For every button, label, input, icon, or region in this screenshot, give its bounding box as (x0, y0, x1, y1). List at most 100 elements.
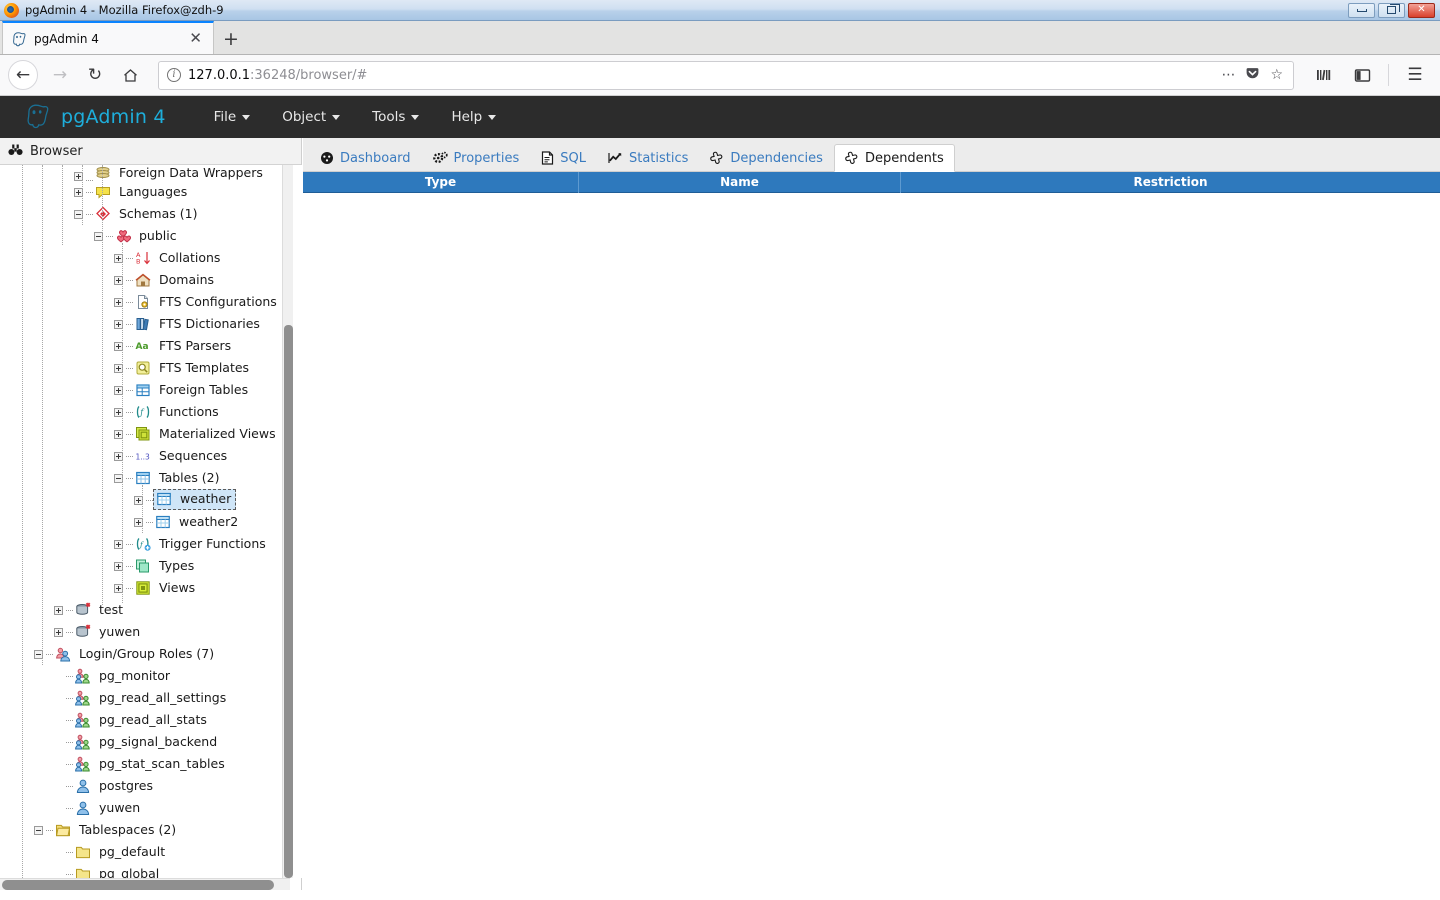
browser-nav-bar: ← → ↻ i 127.0.0.1:36248/browser/# ⋯ ☆ ☰ (0, 55, 1440, 96)
chevron-down-icon (242, 114, 251, 120)
tree-item-views[interactable]: Views (0, 577, 302, 599)
tree-item-pg-monitor[interactable]: pg_monitor (0, 665, 302, 687)
reload-button[interactable]: ↻ (78, 60, 112, 90)
url-input[interactable]: 127.0.0.1:36248/browser/# (188, 68, 1214, 83)
sidebar-button[interactable] (1345, 60, 1379, 90)
grid-column-header-restriction[interactable]: Restriction (901, 172, 1440, 193)
menu-object[interactable]: Object (266, 103, 356, 131)
tree-item-domains[interactable]: Domains (0, 269, 302, 291)
tree-item-fts-parsers[interactable]: Aa FTS Parsers (0, 335, 302, 357)
group-role-icon (75, 712, 91, 728)
tree-item-label: Materialized Views (159, 425, 276, 441)
tab-sql[interactable]: SQL (530, 144, 597, 172)
tree-item-label: Trigger Functions (159, 535, 266, 551)
tree-item-trigger-functions[interactable]: ƒ Trigger Functions (0, 533, 302, 555)
type-icon (135, 558, 151, 574)
chevron-down-icon (332, 114, 341, 120)
tab-label: Properties (453, 150, 520, 166)
tree-item-materialized-views[interactable]: Materialized Views (0, 423, 302, 445)
tree-item-test[interactable]: test (0, 599, 302, 621)
tree-guide-line (126, 279, 133, 281)
tree-item-foreign-data-wrappers[interactable]: Foreign Data Wrappers (0, 165, 302, 181)
tree-item-types[interactable]: Types (0, 555, 302, 577)
close-button[interactable]: ✕ (1408, 2, 1435, 18)
tree-item-content: pg_global (75, 866, 159, 878)
tree-item-foreign-tables[interactable]: Foreign Tables (0, 379, 302, 401)
tree-item-yuwen[interactable]: yuwen (0, 797, 302, 819)
menu-file[interactable]: File (198, 103, 267, 131)
library-button[interactable] (1307, 60, 1341, 90)
app-menu-button[interactable]: ☰ (1398, 60, 1432, 90)
tree-item-content: Schemas (1) (95, 206, 197, 222)
grid-column-header-label: Name (720, 175, 759, 189)
tree-item-content: A B Collations (135, 250, 220, 266)
tree-item-weather2[interactable]: weather2 (0, 511, 302, 533)
tree-item-tablespaces-2[interactable]: Tablespaces (2) (0, 819, 302, 841)
close-icon[interactable]: ✕ (186, 31, 205, 46)
tree-item-pg-read-all-settings[interactable]: pg_read_all_settings (0, 687, 302, 709)
tree-item-login-group-roles-7[interactable]: Login/Group Roles (7) (0, 643, 302, 665)
tree-item-fts-templates[interactable]: FTS Templates (0, 357, 302, 379)
site-info-icon[interactable]: i (167, 68, 181, 82)
tab-statistics[interactable]: Statistics (597, 144, 699, 172)
collapse-icon[interactable] (34, 825, 43, 835)
dependents-grid-body[interactable] (303, 193, 1440, 877)
tree-item-public[interactable]: public (0, 225, 302, 247)
tree-vertical-scroll-thumb[interactable] (284, 325, 293, 878)
new-tab-button[interactable]: + (214, 30, 248, 49)
grid-column-header-name[interactable]: Name (579, 171, 901, 193)
object-tree-viewport[interactable]: Foreign Data Wrappers Languages Schemas (1… (0, 165, 302, 878)
minimize-icon (1356, 8, 1367, 12)
tree-item-weather[interactable]: weather (0, 489, 302, 511)
tree-item-sequences[interactable]: 1..3 Sequences (0, 445, 302, 467)
login-role-icon (75, 778, 91, 794)
tab-properties[interactable]: Properties (422, 144, 531, 172)
expand-icon[interactable] (54, 627, 63, 637)
tree-item-functions[interactable]: ƒ Functions (0, 401, 302, 423)
tab-dashboard[interactable]: Dashboard (309, 144, 422, 172)
minimize-button[interactable] (1348, 2, 1375, 18)
home-button[interactable] (113, 60, 147, 90)
tree-horizontal-scrollbar[interactable] (0, 878, 290, 890)
tree-item-yuwen[interactable]: yuwen (0, 621, 302, 643)
tree-item-label: pg_signal_backend (99, 733, 218, 749)
maximize-button[interactable] (1378, 2, 1405, 18)
pocket-icon[interactable] (1245, 66, 1260, 84)
firefox-logo-icon (4, 2, 19, 18)
tree-item-schemas-1[interactable]: Schemas (1) (0, 203, 302, 225)
app-brand-label: pgAdmin 4 (61, 106, 166, 128)
tree-item-pg-stat-scan-tables[interactable]: pg_stat_scan_tables (0, 753, 302, 775)
bookmark-star-icon[interactable]: ☆ (1270, 68, 1283, 82)
tree-item-pg-global[interactable]: pg_global (0, 863, 302, 878)
expand-icon[interactable] (54, 605, 63, 615)
app-brand[interactable]: pgAdmin 4 (24, 102, 166, 133)
menu-tools[interactable]: Tools (356, 103, 435, 131)
url-bar[interactable]: i 127.0.0.1:36248/browser/# ⋯ ☆ (158, 60, 1294, 90)
tree-guide-line (126, 323, 133, 325)
sidebar-footer (0, 890, 302, 900)
tree-item-languages[interactable]: Languages (0, 181, 302, 203)
tree-vertical-scrollbar[interactable] (282, 165, 293, 878)
forward-button[interactable]: → (43, 60, 77, 90)
tree-item-postgres[interactable]: postgres (0, 775, 302, 797)
tree-item-collations[interactable]: A B Collations (0, 247, 302, 269)
tab-dependents[interactable]: Dependents (833, 144, 955, 172)
chevron-down-icon (488, 114, 497, 120)
tree-item-pg-read-all-stats[interactable]: pg_read_all_stats (0, 709, 302, 731)
grid-column-header-type[interactable]: Type (303, 171, 579, 193)
tab-dependencies[interactable]: Dependencies (699, 144, 834, 172)
tree-item-fts-dictionaries[interactable]: FTS Dictionaries (0, 313, 302, 335)
tree-item-fts-configurations[interactable]: FTS Configurations (0, 291, 302, 313)
tree-horizontal-scroll-thumb[interactable] (2, 880, 274, 890)
tree-item-content: ƒ Trigger Functions (135, 536, 266, 552)
tree-item-pg-signal-backend[interactable]: pg_signal_backend (0, 731, 302, 753)
page-actions-icon[interactable]: ⋯ (1221, 68, 1235, 82)
tree-guide-line (126, 477, 133, 479)
tree-item-content: test (75, 602, 123, 618)
tree-item-pg-default[interactable]: pg_default (0, 841, 302, 863)
back-button[interactable]: ← (8, 60, 38, 90)
tree-item-tables-2[interactable]: Tables (2) (0, 467, 302, 489)
tree-item-label: Views (159, 579, 196, 595)
browser-tab[interactable]: pgAdmin 4 ✕ (2, 21, 214, 54)
menu-help[interactable]: Help (435, 103, 512, 131)
